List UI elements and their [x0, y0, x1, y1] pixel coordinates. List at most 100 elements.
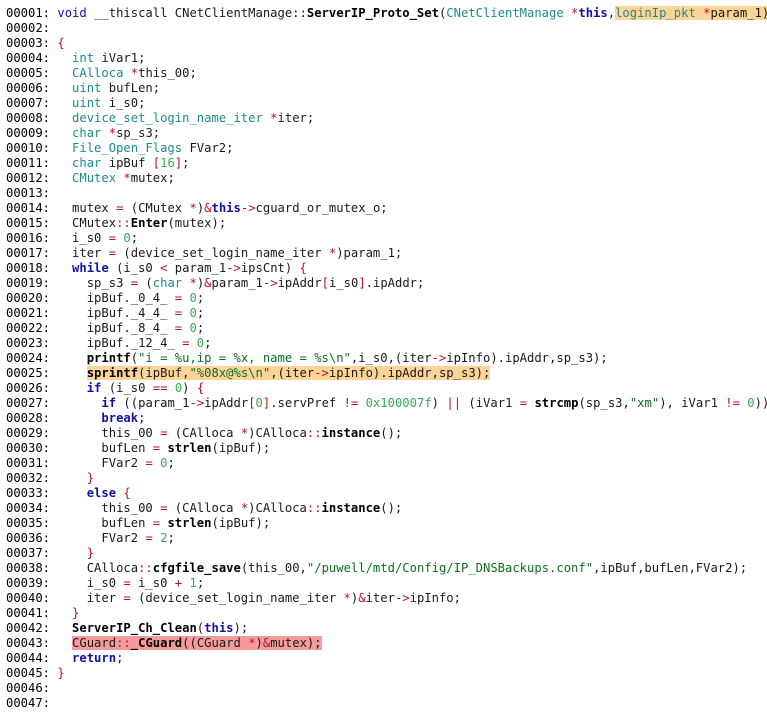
code-line[interactable]: 00026: if (i_s0 == 0) {: [6, 381, 766, 396]
code-token: =: [130, 276, 139, 290]
code-line[interactable]: 00020: ipBuf._0_4_ = 0;: [6, 291, 766, 306]
line-number: 00021:: [6, 306, 51, 320]
code-line[interactable]: 00028: break;: [6, 411, 766, 426]
code-line[interactable]: 00046:: [6, 681, 766, 696]
code-line[interactable]: 00029: this_00 = (CAlloca *)CAlloca::ins…: [6, 426, 766, 441]
code-line[interactable]: 00009: char *sp_s3;: [6, 126, 766, 141]
line-number: 00029:: [6, 426, 51, 440]
code-token: (device_set_login_name_iter: [116, 246, 329, 260]
code-line[interactable]: 00014: mutex = (CMutex *)&this->cguard_o…: [6, 201, 766, 216]
line-number: 00003:: [6, 36, 51, 50]
line-number: 00007:: [6, 96, 51, 110]
code-line[interactable]: 00018: while (i_s0 < param_1->ipsCnt) {: [6, 261, 766, 276]
code-line[interactable]: 00047:: [6, 696, 766, 711]
code-line[interactable]: 00004: int iVar1;: [6, 51, 766, 66]
code-line[interactable]: 00011: char ipBuf [16];: [6, 156, 766, 171]
code-token: instance: [321, 501, 381, 515]
code-token: *: [123, 171, 131, 185]
code-token: FVar2: [50, 531, 146, 545]
code-line[interactable]: 00036: FVar2 = 2;: [6, 531, 766, 546]
code-line[interactable]: 00013:: [6, 186, 766, 201]
code-line[interactable]: 00003: {: [6, 36, 766, 51]
code-token: __thiscall CNetClientManage::: [86, 6, 307, 20]
code-line[interactable]: 00005: CAlloca *this_00;: [6, 66, 766, 81]
code-line[interactable]: 00008: device_set_login_name_iter *iter;: [6, 111, 766, 126]
code-token: ;: [116, 651, 124, 665]
code-line[interactable]: 00031: FVar2 = 0;: [6, 456, 766, 471]
code-line[interactable]: 00037: }: [6, 546, 766, 561]
code-line[interactable]: 00015: CMutex::Enter(mutex);: [6, 216, 766, 231]
code-line[interactable]: 00017: iter = (device_set_login_name_ite…: [6, 246, 766, 261]
code-line[interactable]: 00002:: [6, 21, 766, 36]
code-token: {: [299, 261, 307, 275]
line-number: 00041:: [6, 606, 51, 620]
code-line[interactable]: 00001: void __thiscall CNetClientManage:…: [6, 6, 767, 21]
decompiled-code-view[interactable]: 00001: void __thiscall CNetClientManage:…: [6, 6, 767, 711]
code-line[interactable]: 00025: sprintf(ipBuf,"%08x@%s\n",(iter->…: [6, 366, 766, 381]
code-line[interactable]: 00033: else {: [6, 486, 766, 501]
code-line[interactable]: 00032: }: [6, 471, 766, 486]
code-token: (: [130, 351, 139, 365]
code-token: 1: [189, 576, 197, 590]
code-line[interactable]: 00044: return;: [6, 651, 766, 666]
code-line[interactable]: 00035: bufLen = strlen(ipBuf);: [6, 516, 766, 531]
code-token: 0: [123, 231, 131, 245]
code-token: "/puwell/mtd/Config/IP_DNSBackups.conf": [306, 561, 594, 575]
code-token: *: [130, 66, 139, 80]
code-token: =: [152, 516, 161, 530]
code-line[interactable]: 00024: printf("i = %u,ip = %x, name = %s…: [6, 351, 766, 366]
code-line[interactable]: 00010: File_Open_Flags FVar2;: [6, 141, 766, 156]
code-token: instance: [321, 426, 381, 440]
line-number: 00035:: [6, 516, 51, 530]
code-token: (CAlloca: [167, 501, 241, 515]
code-line[interactable]: 00043: CGuard::_CGuard((CGuard *)&mutex)…: [6, 636, 766, 651]
line-number: 00044:: [6, 651, 51, 665]
code-token: i_s0;: [101, 96, 146, 110]
code-line[interactable]: 00041: }: [6, 606, 766, 621]
line-number: 00025:: [6, 366, 51, 380]
code-token: if: [101, 396, 117, 410]
code-line[interactable]: 00039: i_s0 = i_s0 + 1;: [6, 576, 766, 591]
code-token: "%08x@%s\n": [189, 366, 271, 380]
code-line[interactable]: 00034: this_00 = (CAlloca *)CAlloca::ins…: [6, 501, 766, 516]
code-line[interactable]: 00038: CAlloca::cfgfile_save(this_00,"/p…: [6, 561, 766, 576]
code-line[interactable]: 00022: ipBuf._8_4_ = 0;: [6, 321, 766, 336]
code-line[interactable]: 00042: ServerIP_Ch_Clean(this);: [6, 621, 766, 636]
code-line[interactable]: 00019: sp_s3 = (char *)&param_1->ipAddr[…: [6, 276, 766, 291]
code-line[interactable]: 00027: if ((param_1->ipAddr[0].servPref …: [6, 396, 767, 411]
code-token: ), iVar1: [659, 396, 726, 410]
code-token: ipBuf: [101, 156, 153, 170]
line-number: 00020:: [6, 291, 51, 305]
code-line[interactable]: 00016: i_s0 = 0;: [6, 231, 766, 246]
code-token: this_00: [50, 426, 161, 440]
code-line[interactable]: 00045: }: [6, 666, 766, 681]
code-token: sprintf: [86, 366, 139, 380]
code-token: *: [343, 591, 351, 605]
code-line[interactable]: 00030: bufLen = strlen(ipBuf);: [6, 441, 766, 456]
code-token: ::: [306, 426, 322, 440]
code-line[interactable]: 00021: ipBuf._4_4_ = 0;: [6, 306, 766, 321]
code-token: 0: [189, 306, 197, 320]
line-number: 00009:: [6, 126, 51, 140]
code-token: (device_set_login_name_iter: [130, 591, 344, 605]
code-line[interactable]: 00023: ipBuf._12_4_ = 0;: [6, 336, 766, 351]
code-token: ->: [262, 276, 278, 290]
code-token: }: [72, 606, 80, 620]
code-token: ,(iter: [270, 366, 315, 380]
code-token: CGuard: [72, 636, 117, 650]
code-line[interactable]: 00007: uint i_s0;: [6, 96, 766, 111]
code-line[interactable]: 00006: uint bufLen;: [6, 81, 766, 96]
code-line[interactable]: 00012: CMutex *mutex;: [6, 171, 766, 186]
code-token: ();: [380, 501, 403, 515]
code-line[interactable]: 00040: iter = (device_set_login_name_ite…: [6, 591, 766, 606]
code-token: CMutex: [50, 216, 117, 230]
line-number: 00019:: [6, 276, 51, 290]
